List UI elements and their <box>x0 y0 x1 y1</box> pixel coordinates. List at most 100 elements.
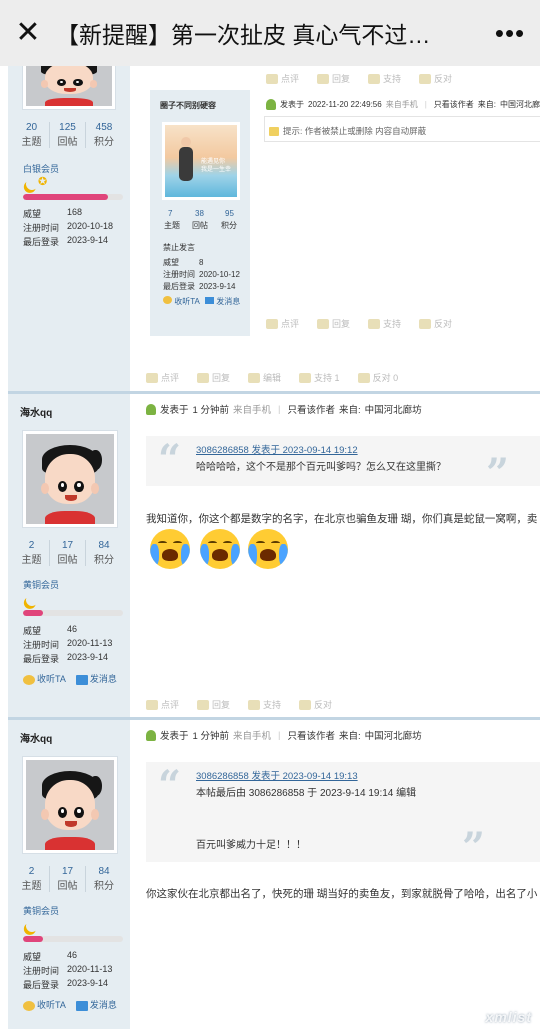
stat-replies[interactable]: 125 回帖 <box>50 122 86 148</box>
avatar-image <box>26 66 112 106</box>
stat-threads[interactable]: 2 主题 <box>14 540 50 566</box>
post2-quote: “ 3086286858 发表于 2023-09-14 19:13 本帖最后由 … <box>146 762 540 868</box>
inner-meta-last-login: 最后登录 2023-9-14 <box>163 282 236 291</box>
rate-button[interactable]: 点评 <box>146 371 179 384</box>
collect-link[interactable]: 收听TA <box>23 998 66 1011</box>
inner-support-button-2[interactable]: 支持 <box>368 317 401 330</box>
reply-button[interactable]: 回复 <box>197 698 230 711</box>
inner-oppose-button-2[interactable]: 反对 <box>419 317 452 330</box>
post2-author-panel: 海水qq 2 主题 17 回帖 84 积分 黄铜会员 威望 46 注册时间 2020-11… <box>8 720 130 1029</box>
meta-prestige: 威望 46 <box>23 950 78 962</box>
post2-user-stats: 2 主题 17 回帖 84 积分 <box>14 866 122 892</box>
inner-author-panel: 圈子不同别硬容 能遇见你 我是一生幸 7 主题 38 回帖 95 积分 禁止发言 … <box>150 90 250 336</box>
inner-avatar[interactable]: 能遇见你 我是一生幸 <box>162 122 240 200</box>
meta-register: 注册时间 2020-10-18 <box>23 221 114 233</box>
collect-icon <box>23 1000 35 1011</box>
quote-author-link[interactable]: 3086286858 发表于 2023-09-14 19:13 <box>196 768 358 782</box>
quote-edit-note: 本帖最后由 3086286858 于 2023-9-14 19:14 编辑 <box>196 788 417 799</box>
post1-username[interactable]: 海水qq <box>20 404 52 419</box>
level-progress-bar <box>23 936 123 942</box>
inner-support-button[interactable]: 支持 <box>368 72 401 85</box>
star-icon: ✪ <box>38 176 48 188</box>
meta-last-login: 最后登录 2023-9-14 <box>23 235 109 247</box>
post1-rank[interactable]: 黄铜会员 <box>23 578 59 591</box>
from-mobile: 来自手机 <box>232 731 271 742</box>
inner-reply-button-2[interactable]: 回复 <box>317 317 350 330</box>
inner-stat-threads[interactable]: 7 <box>168 209 172 218</box>
inner-stat-points-label: 积分 <box>221 221 237 230</box>
page-title: 【新提醒】第一次扯皮 真心气不过… <box>56 22 431 48</box>
post1-body: 我知道你，你这个都是数字的名字，在北京也骗鱼友珊 瑚，你们真是蛇鼠一窝啊，卖 <box>146 513 538 525</box>
support-button[interactable]: 支持 <box>248 698 281 711</box>
android-icon <box>146 729 156 741</box>
oppose-button[interactable]: 反对 0 <box>357 371 398 384</box>
user-rank[interactable]: 白银会员 <box>23 162 59 175</box>
inner-actions-top: 点评 回复 支持 反对 <box>266 72 452 85</box>
post2-username[interactable]: 海水qq <box>20 730 52 745</box>
message-link[interactable]: 发消息 <box>75 998 117 1011</box>
post0-actions: 点评 回复 编辑 支持 1 反对 0 <box>146 371 398 384</box>
crying-emoji-icon <box>150 529 190 569</box>
stat-threads[interactable]: 2 主题 <box>14 866 50 892</box>
quote-close-icon: ” <box>462 824 486 871</box>
inner-meta-prestige: 威望 8 <box>163 258 204 267</box>
quote-author-link[interactable]: 3086286858 发表于 2023-09-14 19:12 <box>196 442 358 456</box>
moon-icon <box>24 592 39 607</box>
post2-avatar[interactable] <box>22 756 118 854</box>
meta-prestige: 威望 168 <box>23 207 83 219</box>
inner-reply-button[interactable]: 回复 <box>317 72 350 85</box>
quote-close-icon: ” <box>486 450 510 497</box>
reply-button[interactable]: 回复 <box>197 371 230 384</box>
only-author-link[interactable]: 只看该作者 <box>287 728 335 742</box>
inner-message-link[interactable]: 发消息 <box>205 296 240 307</box>
collect-link[interactable]: 收听TA <box>23 672 66 685</box>
mail-icon <box>75 1000 88 1011</box>
stat-points[interactable]: 458 积分 <box>86 122 122 148</box>
post2-user-links: 收听TA 发消息 <box>23 998 117 1011</box>
inner-rate-button[interactable]: 点评 <box>266 72 299 85</box>
stat-points[interactable]: 84 积分 <box>86 866 122 892</box>
message-link[interactable]: 发消息 <box>75 672 117 685</box>
stat-threads[interactable]: 20 主题 <box>14 122 50 148</box>
collect-icon <box>23 674 35 685</box>
rate-button[interactable]: 点评 <box>146 698 179 711</box>
crying-emoji-icon <box>200 529 240 569</box>
inner-stat-points[interactable]: 95 <box>225 209 234 218</box>
stat-points[interactable]: 84 积分 <box>86 540 122 566</box>
inner-collect-link[interactable]: 收听TA <box>163 296 200 307</box>
inner-stat-replies[interactable]: 38 <box>195 209 204 218</box>
stat-replies[interactable]: 17 回帖 <box>50 866 86 892</box>
inner-tip: 提示: 作者被禁止或删除 内容自动屏蔽 <box>269 125 426 137</box>
only-author-link[interactable]: 只看该作者 <box>287 402 335 416</box>
inner-status: 禁止发言 <box>163 243 195 252</box>
post2-header: 发表于 1 分钟前 来自手机 | 只看该作者 来自: 中国河北廊坊 <box>146 728 422 742</box>
inner-username[interactable]: 圈子不同别硬容 <box>160 100 216 111</box>
post2-body: 你这家伙在北京都出名了，快死的珊 瑚当好的卖鱼友，到家就脱骨了哈哈，出名了小 <box>146 888 538 900</box>
support-button[interactable]: 支持 1 <box>299 371 340 384</box>
avatar[interactable] <box>22 66 116 110</box>
inner-stat-threads-label: 主题 <box>164 221 180 230</box>
inner-post-header: 发表于 2022-11-20 22:49:56 来自手机 | 只看该作者 来自: … <box>266 99 540 110</box>
inner-oppose-button[interactable]: 反对 <box>419 72 452 85</box>
stat-replies[interactable]: 17 回帖 <box>50 540 86 566</box>
meta-register: 注册时间 2020-11-13 <box>23 964 113 976</box>
from-mobile: 来自手机 <box>385 100 418 109</box>
level-progress-bar <box>23 194 123 200</box>
post0-content: 点评 回复 支持 反对 圈子不同别硬容 能遇见你 我是一生幸 7 主题 38 回帖… <box>130 66 540 392</box>
crying-emoji-icon <box>248 529 288 569</box>
edit-button[interactable]: 编辑 <box>248 371 281 384</box>
warning-icon <box>269 126 279 136</box>
avatar-image <box>26 434 114 524</box>
inner-meta-register: 注册时间 2020-10-12 <box>163 270 240 279</box>
post1-avatar[interactable] <box>22 430 118 528</box>
only-author-link[interactable]: 只看该作者 <box>434 99 474 110</box>
inner-rate-button-2[interactable]: 点评 <box>266 317 299 330</box>
post2-rank[interactable]: 黄铜会员 <box>23 904 59 917</box>
level-progress-bar <box>23 610 123 616</box>
meta-last-login: 最后登录 2023-9-14 <box>23 652 109 664</box>
post1-content: 发表于 1 分钟前 来自手机 | 只看该作者 来自: 中国河北廊坊 “ 30862… <box>130 394 540 718</box>
more-dots-icon[interactable]: ••• <box>480 18 540 49</box>
close-icon[interactable]: ✕ <box>0 0 56 66</box>
post2-content: 发表于 1 分钟前 来自手机 | 只看该作者 来自: 中国河北廊坊 “ 30862… <box>130 720 540 1029</box>
oppose-button[interactable]: 反对 <box>299 698 332 711</box>
